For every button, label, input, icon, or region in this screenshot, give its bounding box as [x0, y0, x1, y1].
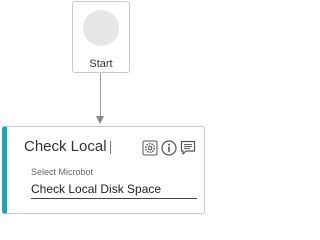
start-circle-icon	[83, 10, 119, 46]
info-icon[interactable]	[161, 140, 177, 156]
microbot-select-field[interactable]: Check Local Disk Space	[31, 179, 197, 199]
gear-icon[interactable]	[142, 140, 158, 156]
start-label: Start	[89, 58, 113, 70]
comment-icon[interactable]	[180, 140, 196, 156]
connector-arrowhead-icon	[96, 116, 104, 124]
text-cursor-caret	[110, 141, 111, 154]
microbot-field-label: Select Microbot	[31, 167, 94, 177]
connector-line	[100, 73, 101, 118]
workflow-canvas: Start Check Local Select Microbot Check …	[0, 0, 208, 216]
task-node-card[interactable]: Check Local Select Microbot Check Local …	[2, 126, 205, 214]
start-node[interactable]: Start	[72, 1, 130, 73]
task-title[interactable]: Check Local	[24, 138, 107, 155]
